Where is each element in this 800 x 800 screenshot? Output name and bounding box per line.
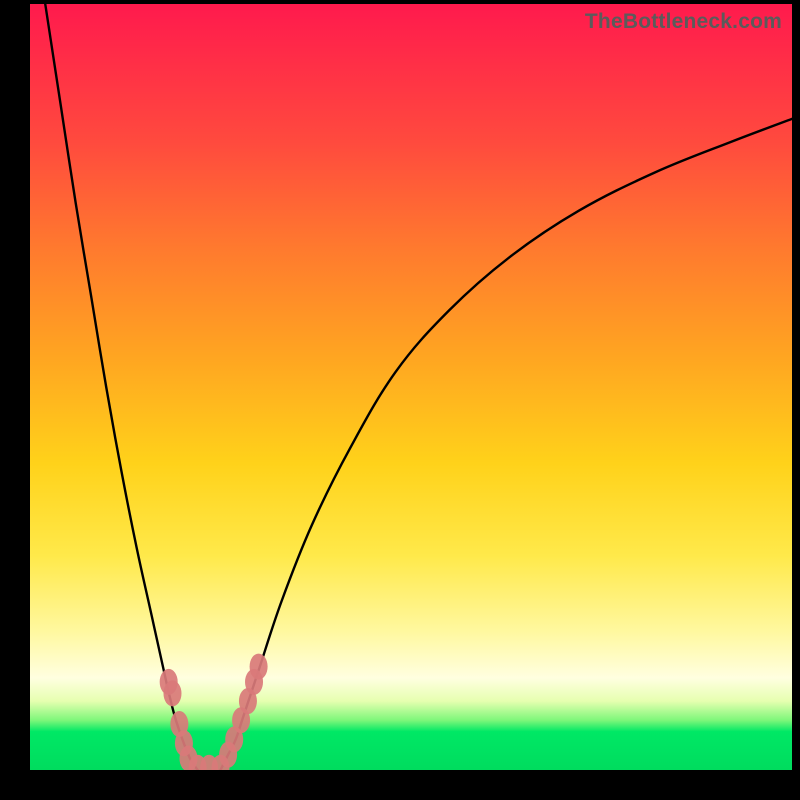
data-marker [250,654,268,680]
curve-right-branch [221,119,793,770]
data-marker [163,680,181,706]
plot-area: TheBottleneck.com [30,4,792,770]
curve-left-branch [45,4,197,770]
chart-frame: TheBottleneck.com [0,0,800,800]
curve-chart [30,4,792,770]
